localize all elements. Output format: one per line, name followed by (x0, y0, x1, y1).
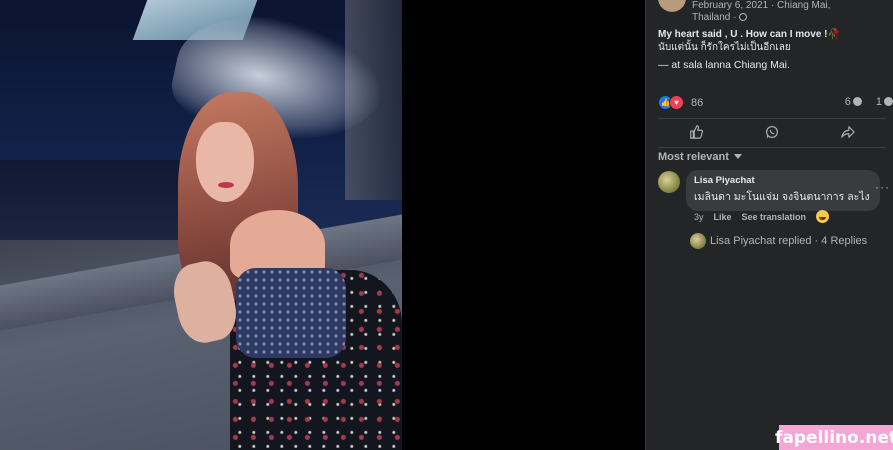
like-button[interactable] (681, 124, 711, 142)
whatsapp-icon (766, 125, 778, 138)
comment-actions: 3y Like See translation (694, 210, 830, 223)
photo-top (236, 268, 346, 358)
comment-more-icon[interactable]: ··· (875, 180, 890, 194)
photo-face (196, 122, 254, 202)
commenter-avatar[interactable] (658, 171, 680, 193)
view-replies-button[interactable]: Lisa Piyachat replied · 4 Replies (690, 233, 867, 249)
comment-time[interactable]: 3y (694, 212, 704, 222)
engagement-counts: 6 1 (845, 96, 893, 108)
chevron-down-icon (733, 154, 742, 159)
globe-icon (739, 13, 748, 21)
post-location-1: · Chiang Mai, (770, 0, 831, 11)
post-actions (658, 118, 886, 148)
post-side-panel: February 6, 2021 · Chiang Mai, Thailand … (645, 0, 893, 450)
share-icon (841, 125, 855, 138)
checkin-prefix: — at (658, 59, 681, 71)
photo-lips (218, 182, 234, 188)
share-button[interactable] (833, 125, 863, 142)
post-date[interactable]: February 6, 2021 (692, 0, 768, 11)
checkin: — at sala lanna Chiang Mai. (658, 59, 790, 71)
caption-line-1: My heart said , U . How can I move !🥀 (658, 29, 840, 40)
whatsapp-button[interactable] (757, 125, 787, 142)
share-count[interactable]: 1 (876, 96, 893, 108)
sort-label: Most relevant (658, 151, 729, 163)
comment-icon (852, 97, 862, 106)
comment-text: เมลินดา มะโนแจ่ม จงจินตนาการ ละไง (694, 191, 870, 203)
watermark: fapellino.net (775, 425, 893, 450)
photo-viewer (0, 0, 645, 450)
like-icon (690, 124, 704, 139)
post-photo[interactable] (0, 0, 402, 450)
see-translation-button[interactable]: See translation (742, 212, 807, 222)
post-location-2: Thailand · (692, 12, 737, 23)
comment-sort-dropdown[interactable]: Most relevant (658, 151, 742, 163)
post-caption: My heart said , U . How can I move !🥀 นั… (658, 28, 886, 54)
comment-like-button[interactable]: Like (714, 212, 732, 222)
love-reaction-icon: ♥ (669, 95, 684, 110)
checkin-place-link[interactable]: sala lanna Chiang Mai. (683, 59, 790, 71)
laughing-emoji-icon (816, 210, 830, 223)
caption-line-2: นับแต่นั้น ก็รักใครไม่เป็นอีกเลย (658, 42, 791, 53)
comment-author[interactable]: Lisa Piyachat (694, 175, 870, 186)
comment-bubble: Lisa Piyachat เมลินดา มะโนแจ่ม จงจินตนาก… (686, 170, 880, 211)
author-avatar[interactable] (658, 0, 686, 12)
post-meta: February 6, 2021 · Chiang Mai, Thailand … (692, 0, 830, 24)
reaction-summary[interactable]: 👍 ♥ 86 (658, 95, 703, 110)
share-count-icon (884, 97, 893, 106)
reply-avatar (690, 233, 706, 249)
reaction-count: 86 (691, 96, 704, 109)
replies-label: Lisa Piyachat replied · 4 Replies (710, 235, 868, 247)
comment-count[interactable]: 6 (845, 96, 862, 108)
